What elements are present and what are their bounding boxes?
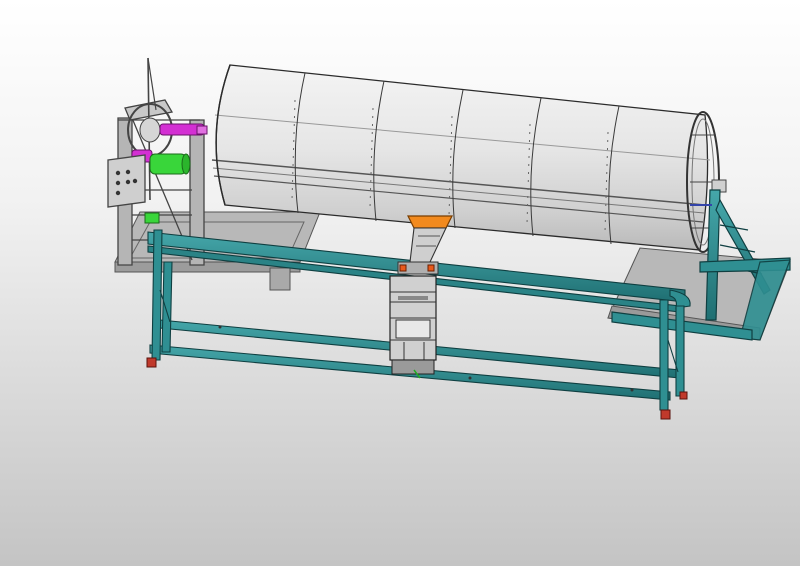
panel-button-icon[interactable] xyxy=(115,170,121,176)
control-panel[interactable] xyxy=(107,154,146,208)
cad-viewport[interactable] xyxy=(0,0,800,566)
panel-button-icon[interactable] xyxy=(115,190,121,196)
machine-model-drawing xyxy=(107,57,791,420)
caster-wheel-icon xyxy=(660,409,671,420)
panel-button-icon[interactable] xyxy=(115,180,121,186)
caster-wheel-icon xyxy=(146,357,157,368)
discharge-hopper[interactable] xyxy=(407,215,453,229)
panel-button-icon[interactable] xyxy=(125,179,131,185)
caster-wheel-icon xyxy=(679,391,688,400)
panel-button-icon[interactable] xyxy=(125,169,131,175)
panel-button-icon[interactable] xyxy=(132,178,138,184)
